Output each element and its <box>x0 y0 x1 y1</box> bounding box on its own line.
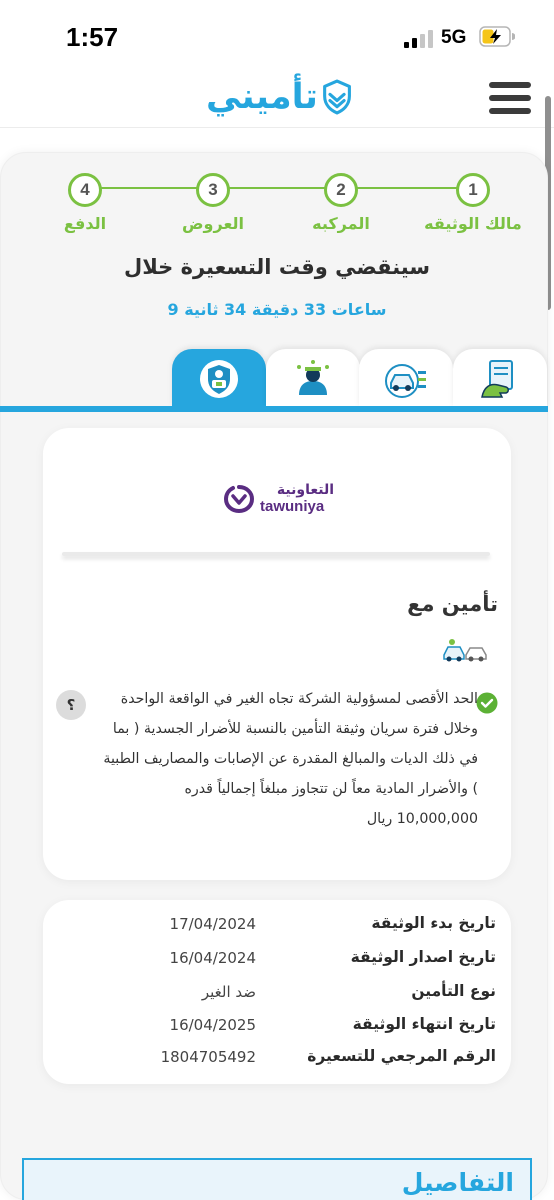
tab-documents[interactable] <box>453 349 547 407</box>
company-name-ar: التعاونية <box>276 482 334 498</box>
reference-number-label: الرقم المرجعي للتسعيرة <box>307 1047 496 1065</box>
insured-with-title: تأمين مع <box>407 592 498 616</box>
app-header: تأميني <box>0 72 554 128</box>
details-section-title: التفاصيل <box>401 1168 514 1197</box>
step-3-label: العروض <box>182 214 244 233</box>
check-circle-icon <box>476 692 498 714</box>
status-bar: 1:57 5G <box>0 0 554 72</box>
stepper-line <box>86 187 472 189</box>
app-logo[interactable]: تأميني <box>206 74 352 120</box>
logo-divider <box>62 552 490 556</box>
status-time: 1:57 <box>66 22 119 52</box>
shield-person-icon <box>200 360 238 398</box>
mechanic-icon <box>297 360 329 395</box>
step-4-label: الدفع <box>63 214 107 233</box>
reference-number-value: 1804705492 <box>160 1048 256 1066</box>
start-date-value: 17/04/2024 <box>169 915 256 933</box>
company-name-en: tawuniya <box>260 498 325 515</box>
tabs-underline <box>0 406 548 412</box>
coverage-description: الحد الأقصى لمسؤولية الشركة تجاه الغير ف… <box>103 691 478 827</box>
insurance-type-label: نوع التأمين <box>411 982 496 1000</box>
car-accident-icon <box>385 364 426 398</box>
step-1-circle[interactable]: 1 <box>456 173 490 207</box>
tab-mechanic[interactable] <box>266 349 360 407</box>
countdown-value: 9 ساعات 33 دقيقة 34 ثانية <box>167 300 387 319</box>
start-date-label: تاريخ بدء الوثيقة <box>371 914 496 932</box>
countdown-title: سينقضي وقت التسعيرة خلال <box>123 255 431 279</box>
car-crash-icon <box>443 639 487 662</box>
logo-text: تأميني <box>206 76 318 117</box>
step-4-circle[interactable]: 4 <box>68 173 102 207</box>
step-2-circle[interactable]: 2 <box>324 173 358 207</box>
tab-car-accident[interactable] <box>359 349 453 407</box>
tab-offer[interactable] <box>172 349 266 407</box>
network-type: 5G <box>441 27 467 48</box>
step-2-label: المركبه <box>312 214 370 233</box>
hand-document-icon <box>481 360 513 398</box>
insurance-type-value: ضد الغير <box>201 983 256 1001</box>
end-date-value: 16/04/2025 <box>169 1016 256 1034</box>
details-section[interactable]: التفاصيل <box>22 1158 532 1200</box>
issue-date-label: تاريخ اصدار الوثيقة <box>350 948 496 966</box>
step-3-circle[interactable]: 3 <box>196 173 230 207</box>
help-button[interactable]: ؟ <box>56 690 86 720</box>
tawuniya-logo: التعاونية tawuniya <box>224 482 334 515</box>
end-date-label: تاريخ انتهاء الوثيقة <box>352 1015 496 1033</box>
tawuniya-emblem-icon <box>224 485 254 513</box>
issue-date-value: 16/04/2024 <box>169 949 256 967</box>
hamburger-menu-icon[interactable] <box>489 82 531 114</box>
shield-logo-icon <box>323 79 351 115</box>
step-1-label: مالك الوثيقه <box>424 214 522 233</box>
signal-icon <box>404 30 434 48</box>
battery-charging-icon <box>479 26 515 47</box>
